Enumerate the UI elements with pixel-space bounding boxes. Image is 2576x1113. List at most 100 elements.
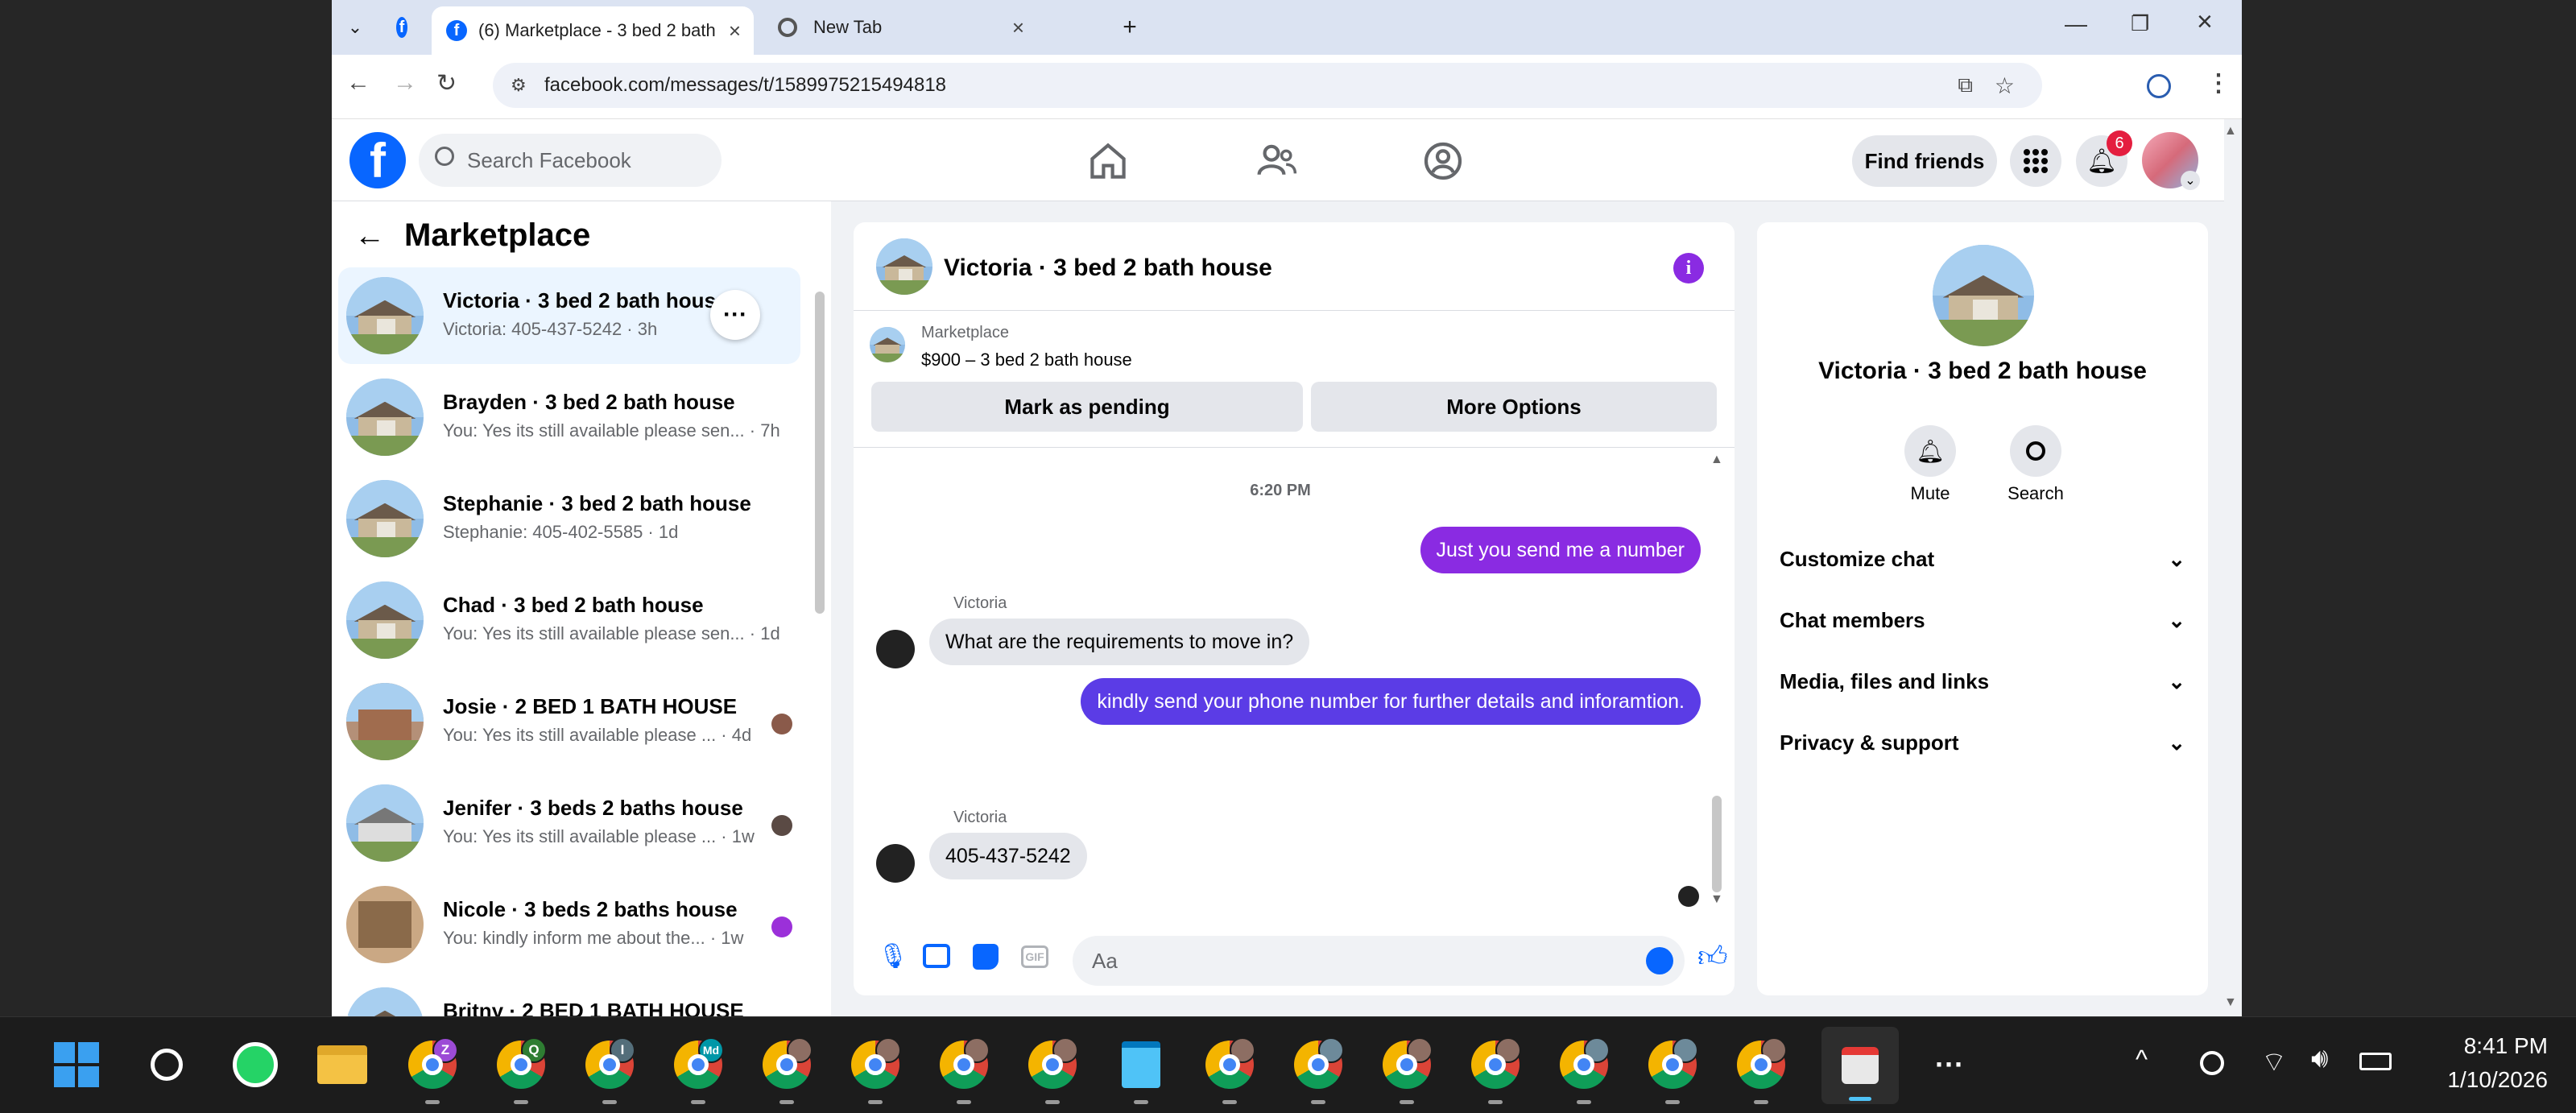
pinned-facebook-tab[interactable]: f [382,6,422,48]
gif-icon[interactable]: GIF [1021,945,1048,968]
taskbar-search-button[interactable] [140,1038,193,1091]
chat-scrollbar[interactable] [1712,796,1722,892]
more-options-button[interactable]: More Options [1311,382,1717,432]
sender-avatar[interactable] [876,630,915,668]
back-icon[interactable]: ← [346,69,370,97]
chrome-window-button[interactable] [1292,1037,1345,1104]
chrome-window-button[interactable] [1203,1037,1256,1104]
battery-icon[interactable] [2359,1053,2392,1070]
outgoing-message[interactable]: kindly send your phone number for furthe… [1081,678,1701,725]
conversation-item[interactable]: Nicole · 3 beds 2 baths house You: kindl… [338,876,800,973]
participant-avatar [771,916,792,937]
info-icon[interactable]: i [1673,253,1704,283]
sender-avatar[interactable] [876,844,915,883]
conversation-item[interactable]: Josie · 2 BED 1 BATH HOUSE You: Yes its … [338,673,800,770]
mute-button[interactable]: 🔔︎ Mute [1902,425,1958,504]
sync-icon[interactable] [2200,1051,2224,1075]
start-button[interactable] [50,1038,103,1091]
emoji-icon[interactable] [1646,947,1673,974]
friends-icon[interactable] [1255,139,1300,184]
more-options-icon[interactable]: ··· [710,290,760,340]
site-info-icon[interactable]: ⚙ [511,75,527,96]
forward-icon[interactable]: → [393,69,417,97]
privacy-support-section[interactable]: Privacy & support ⌄ [1780,717,2185,768]
page-scroll-down-icon[interactable]: ▼ [2224,995,2237,1010]
chrome-window-button[interactable] [937,1037,990,1104]
back-arrow-icon[interactable]: ← [354,219,385,254]
chrome-window-button[interactable] [1026,1037,1079,1104]
facebook-logo[interactable]: f [349,132,406,188]
restore-button[interactable]: ❐ [2131,11,2149,36]
more-apps-icon[interactable]: ··· [1923,1038,1976,1091]
bookmark-star-icon[interactable]: ☆ [1995,72,2015,99]
chrome-window-button[interactable] [1735,1037,1788,1104]
close-window-button[interactable]: × [2197,6,2213,38]
clock-date[interactable]: 1/10/2026 [2419,1067,2548,1093]
outgoing-message[interactable]: Just you send me a number [1420,527,1701,573]
wifi-icon[interactable]: ⌔ [2261,1045,2287,1079]
incoming-message[interactable]: What are the requirements to move in? [929,619,1310,665]
conversation-item[interactable]: Stephanie · 3 bed 2 bath house Stephanie… [338,470,800,567]
file-explorer-button[interactable] [316,1038,369,1091]
chat-title[interactable]: Victoria · 3 bed 2 bath house [944,254,1272,282]
install-app-icon[interactable]: ⧉ [1958,72,1973,98]
snipping-tool-button[interactable] [1821,1027,1899,1104]
conversation-item[interactable]: Brayden · 3 bed 2 bath house You: Yes it… [338,369,800,465]
chrome-window-button[interactable] [1557,1037,1611,1104]
search-conversation-button[interactable]: Search [2002,425,2069,504]
chat-members-section[interactable]: Chat members ⌄ [1780,594,2185,646]
close-tab-icon[interactable]: × [1012,15,1024,40]
profile-icon[interactable] [2147,74,2171,98]
tab-marketplace[interactable]: f (6) Marketplace - 3 bed 2 bath h × [432,6,754,55]
chrome-profile-i-button[interactable]: I [583,1037,636,1104]
groups-icon[interactable] [1420,139,1466,184]
notepad-button[interactable] [1114,1038,1168,1104]
scroll-up-icon[interactable]: ▲ [1710,453,1723,467]
listing-title[interactable]: $900 – 3 bed 2 bath house [921,350,1132,370]
microphone-icon[interactable]: 🎙︎ [878,942,908,970]
close-tab-icon[interactable]: × [729,19,741,43]
home-icon[interactable] [1085,139,1131,184]
listing-avatar[interactable] [1933,245,2034,346]
chevron-up-icon[interactable]: ^ [2136,1045,2148,1074]
new-tab-button[interactable]: + [1110,6,1150,48]
search-input[interactable]: Search Facebook [419,134,722,187]
page-scroll-up-icon[interactable]: ▲ [2224,124,2237,139]
conversation-item[interactable]: Victoria · 3 bed 2 bath house Victoria: … [338,267,800,364]
sidebar-scrollbar[interactable] [815,292,825,614]
volume-icon[interactable]: 🔊︎ [2311,1043,2328,1074]
media-files-section[interactable]: Media, files and links ⌄ [1780,656,2185,707]
menu-kebab-icon[interactable]: ⋮ [2206,69,2231,97]
chrome-window-button[interactable] [1646,1037,1699,1104]
find-friends-button[interactable]: Find friends [1852,135,1997,187]
customize-chat-section[interactable]: Customize chat ⌄ [1780,533,2185,585]
scroll-down-icon[interactable]: ▼ [1710,892,1723,907]
sticker-icon[interactable] [973,944,999,970]
reload-icon[interactable]: ↻ [436,69,457,97]
photo-icon[interactable] [923,944,950,968]
menu-grid-icon[interactable] [2010,135,2061,187]
whatsapp-button[interactable] [229,1038,282,1091]
chrome-window-button[interactable] [849,1037,902,1104]
tab-new-tab[interactable]: New Tab × [763,6,1037,48]
like-thumb-icon[interactable]: 👍︎ [1697,939,1728,974]
conversation-item[interactable]: Britny · 2 BED 1 BATH HOUSE [338,978,800,1016]
chat-avatar[interactable] [876,238,932,295]
message-input[interactable]: Aa [1073,936,1685,986]
address-bar[interactable]: ⚙ facebook.com/messages/t/15899752154948… [493,63,2042,108]
clock-time[interactable]: 8:41 PM [2427,1033,2548,1059]
incoming-message[interactable]: 405-437-5242 [929,833,1087,879]
chrome-profile-q-button[interactable]: Q [494,1037,548,1104]
minimize-button[interactable]: — [2065,11,2087,37]
mark-pending-button[interactable]: Mark as pending [871,382,1303,432]
chrome-window-button[interactable] [1380,1037,1433,1104]
notifications-button[interactable]: 🔔︎ 6 [2076,130,2132,187]
conversation-item[interactable]: Jenifer · 3 beds 2 baths house You: Yes … [338,775,800,871]
chrome-window-button[interactable] [1469,1037,1522,1104]
tab-search-button[interactable]: ⌄ [337,6,374,48]
chrome-profile-md-button[interactable]: Md [672,1037,725,1104]
account-avatar[interactable]: ⌄ [2142,132,2200,190]
chrome-profile-z-button[interactable]: Z [406,1037,459,1104]
chrome-window-button[interactable] [760,1037,813,1104]
conversation-item[interactable]: Chad · 3 bed 2 bath house You: Yes its s… [338,572,800,668]
